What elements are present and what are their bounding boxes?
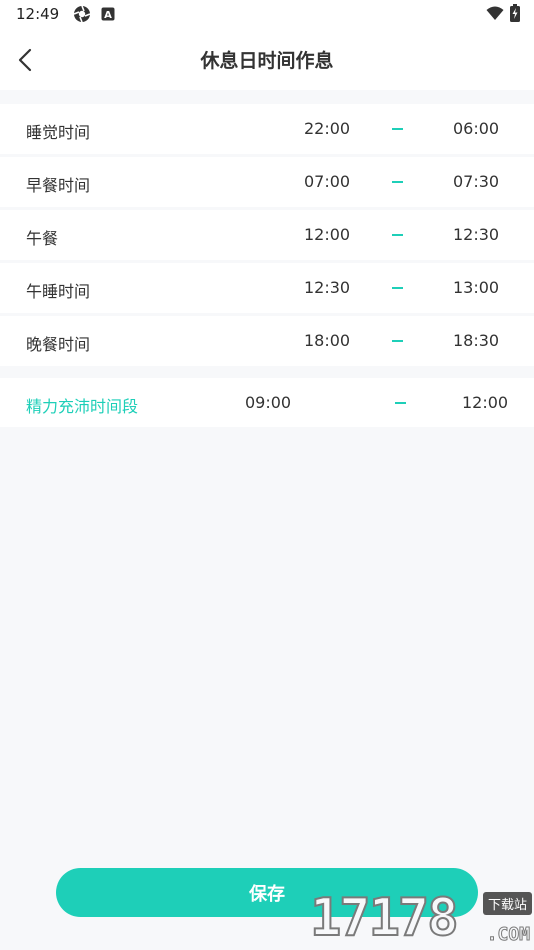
start-time[interactable]: 07:00 — [304, 172, 350, 191]
wifi-icon — [486, 5, 504, 25]
status-time: 12:49 — [16, 5, 60, 23]
status-right-icons — [486, 4, 520, 26]
energy-period-row[interactable]: 精力充沛时间段 09:00 12:00 — [0, 378, 534, 427]
range-dash — [392, 234, 403, 236]
range-dash — [392, 340, 403, 342]
aperture-icon — [73, 5, 91, 23]
end-time[interactable]: 18:30 — [453, 331, 499, 350]
schedule-row-lunch[interactable]: 午餐 12:00 12:30 — [0, 210, 534, 260]
watermark-badge: 下载站 — [482, 892, 532, 915]
end-time[interactable]: 06:00 — [453, 119, 499, 138]
schedule-row-breakfast[interactable]: 早餐时间 07:00 07:30 — [0, 157, 534, 207]
range-dash — [392, 287, 403, 289]
schedule-list: 睡觉时间 22:00 06:00 早餐时间 07:00 07:30 午餐 12:… — [0, 104, 534, 369]
watermark-domain: .COM — [486, 924, 530, 946]
title-bar: 休息日时间作息 — [0, 28, 534, 90]
start-time[interactable]: 12:30 — [304, 278, 350, 297]
a-badge-icon: A — [101, 7, 115, 21]
range-dash — [392, 181, 403, 183]
svg-text:A: A — [104, 10, 112, 21]
start-time[interactable]: 12:00 — [304, 225, 350, 244]
row-label: 睡觉时间 — [26, 123, 91, 142]
energy-label: 精力充沛时间段 — [26, 397, 139, 416]
row-label: 午睡时间 — [26, 282, 91, 301]
page-title: 休息日时间作息 — [200, 50, 334, 72]
schedule-row-dinner[interactable]: 晚餐时间 18:00 18:30 — [0, 316, 534, 366]
schedule-row-nap[interactable]: 午睡时间 12:30 13:00 — [0, 263, 534, 313]
schedule-row-sleep[interactable]: 睡觉时间 22:00 06:00 — [0, 104, 534, 154]
start-time[interactable]: 18:00 — [304, 331, 350, 350]
energy-start-time[interactable]: 09:00 — [245, 393, 291, 412]
energy-end-time[interactable]: 12:00 — [462, 393, 508, 412]
row-label: 早餐时间 — [26, 176, 91, 195]
range-dash — [392, 128, 403, 130]
battery-charging-icon — [510, 4, 520, 26]
start-time[interactable]: 22:00 — [304, 119, 350, 138]
end-time[interactable]: 12:30 — [453, 225, 499, 244]
range-dash — [395, 402, 406, 404]
save-button[interactable]: 保存 — [56, 868, 478, 917]
row-label: 午餐 — [26, 229, 59, 248]
status-bar: 12:49 A — [0, 0, 534, 28]
row-label: 晚餐时间 — [26, 335, 91, 354]
end-time[interactable]: 07:30 — [453, 172, 499, 191]
end-time[interactable]: 13:00 — [453, 278, 499, 297]
